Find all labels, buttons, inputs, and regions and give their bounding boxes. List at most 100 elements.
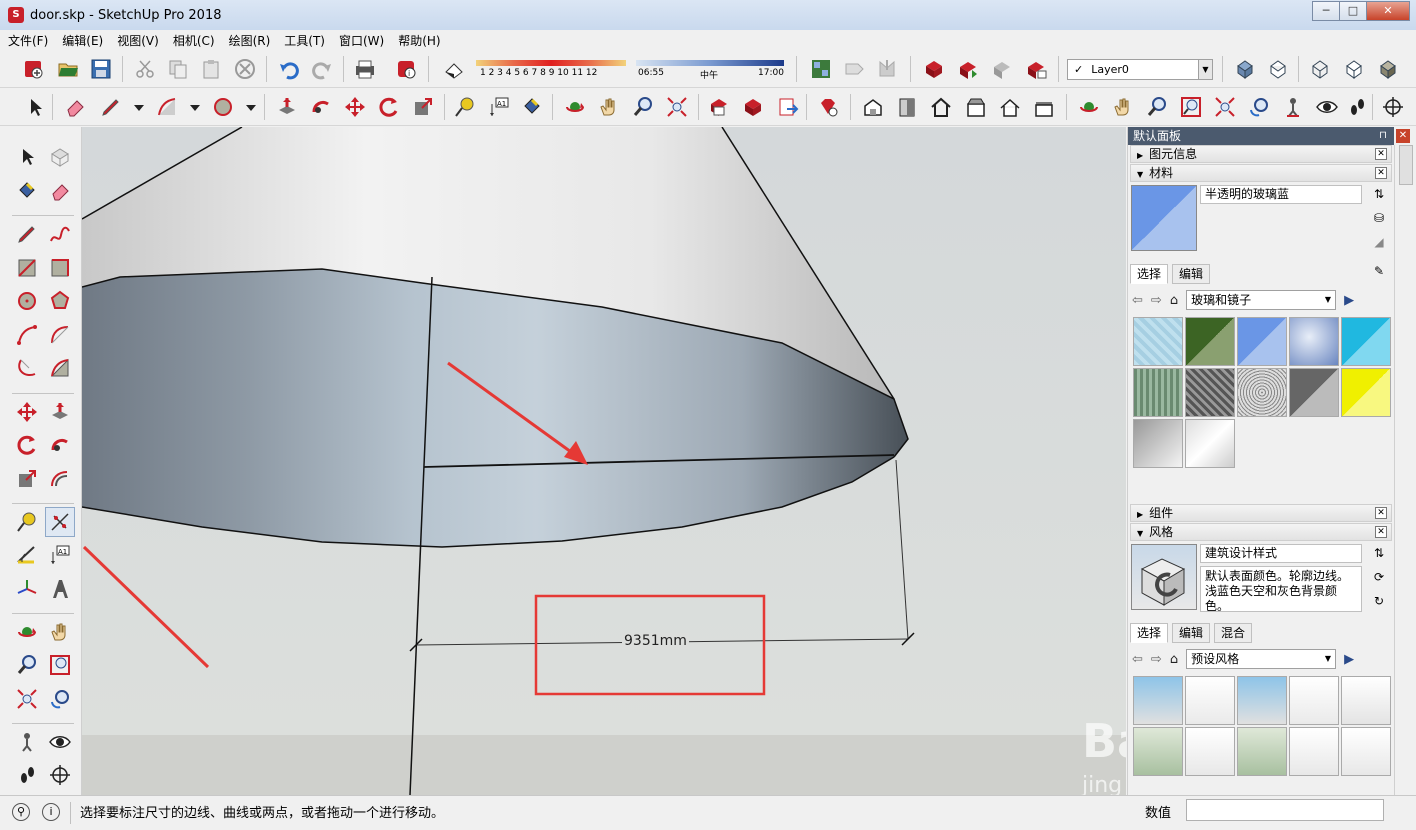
- two-point-arc-icon[interactable]: [45, 320, 75, 350]
- pie-icon[interactable]: [45, 353, 75, 383]
- paint-bucket-icon[interactable]: [519, 94, 545, 120]
- export-icon[interactable]: [775, 94, 801, 120]
- back-arrow-icon[interactable]: ⇦: [1132, 293, 1143, 308]
- make-component-icon[interactable]: [45, 142, 75, 172]
- home-icon[interactable]: ⌂: [1170, 652, 1178, 667]
- hidden-line-icon[interactable]: [1341, 56, 1367, 82]
- style-swatch[interactable]: [1185, 676, 1235, 725]
- menu-help[interactable]: 帮助(H): [398, 32, 440, 49]
- freehand-icon[interactable]: [45, 219, 75, 249]
- material-swatch[interactable]: [1133, 419, 1183, 468]
- select-arrow-icon[interactable]: [22, 94, 48, 120]
- material-swatch[interactable]: [1289, 317, 1339, 366]
- measurements-input[interactable]: [1186, 799, 1384, 821]
- zoom-icon[interactable]: [12, 650, 42, 680]
- zoom-extents-icon[interactable]: [12, 684, 42, 714]
- undo-icon[interactable]: [276, 56, 302, 82]
- close-icon[interactable]: ✕: [1375, 526, 1387, 538]
- wireframe-icon[interactable]: [1307, 56, 1333, 82]
- circle-icon[interactable]: [210, 94, 236, 120]
- follow-me-icon[interactable]: [45, 430, 75, 460]
- styles-tab-mix[interactable]: 混合: [1214, 623, 1253, 643]
- material-swatch[interactable]: [1185, 317, 1235, 366]
- close-button[interactable]: ✕: [1366, 1, 1410, 21]
- share-component-icon[interactable]: [989, 56, 1015, 82]
- arc-icon[interactable]: [12, 320, 42, 350]
- polygon-icon[interactable]: [45, 286, 75, 316]
- tape-measure-icon[interactable]: [12, 507, 42, 537]
- circle-icon[interactable]: [12, 286, 42, 316]
- erase-icon[interactable]: [232, 56, 258, 82]
- components-header[interactable]: ▶ 组件 ✕: [1130, 504, 1392, 522]
- orbit-icon[interactable]: [562, 94, 588, 120]
- materials-tab-edit[interactable]: 编辑: [1172, 264, 1211, 284]
- menu-camera[interactable]: 相机(C): [173, 32, 215, 49]
- share-model-icon[interactable]: [955, 56, 981, 82]
- dimension-label[interactable]: 9351mm: [622, 633, 689, 649]
- tape-measure-icon[interactable]: [452, 94, 478, 120]
- zoom-extents-icon[interactable]: [664, 94, 690, 120]
- model-viewport[interactable]: Bai jing 9351mm: [82, 127, 1126, 795]
- menu-edit[interactable]: 编辑(E): [62, 32, 103, 49]
- model-info-icon[interactable]: i: [393, 56, 419, 82]
- shadows-icon[interactable]: [440, 56, 466, 82]
- rotated-rectangle-icon[interactable]: [45, 253, 75, 283]
- arc-icon[interactable]: [154, 94, 180, 120]
- style-swatch[interactable]: [1133, 676, 1183, 725]
- style-swatch[interactable]: [1341, 727, 1391, 776]
- close-icon[interactable]: ✕: [1375, 167, 1387, 179]
- share-model-icon[interactable]: [740, 94, 766, 120]
- move-icon[interactable]: [12, 397, 42, 427]
- default-material-icon[interactable]: ⛁: [1370, 209, 1388, 227]
- maximize-button[interactable]: □: [1339, 1, 1367, 21]
- pan-hand-icon[interactable]: [1110, 94, 1136, 120]
- previous-view-icon[interactable]: [45, 684, 75, 714]
- new-file-icon[interactable]: [20, 56, 46, 82]
- chevron-down-icon[interactable]: ▼: [1198, 60, 1212, 79]
- left-view-icon[interactable]: [1031, 94, 1057, 120]
- section-plane-icon[interactable]: [45, 760, 75, 790]
- style-swatch[interactable]: [1341, 676, 1391, 725]
- ruby-console-icon[interactable]: [815, 94, 841, 120]
- chevron-down-icon[interactable]: [126, 94, 152, 120]
- style-swatch[interactable]: [1237, 727, 1287, 776]
- tray-close-icon[interactable]: ✕: [1396, 129, 1410, 143]
- move-icon[interactable]: [342, 94, 368, 120]
- close-icon[interactable]: ✕: [1375, 148, 1387, 160]
- follow-me-icon[interactable]: [308, 94, 334, 120]
- material-swatch[interactable]: [1237, 317, 1287, 366]
- forward-arrow-icon[interactable]: ⇨: [1151, 652, 1162, 667]
- axes-icon[interactable]: [12, 574, 42, 604]
- front-view-icon[interactable]: [928, 94, 954, 120]
- warehouse-icon[interactable]: [706, 94, 732, 120]
- push-pull-icon[interactable]: [45, 397, 75, 427]
- home-icon[interactable]: ⌂: [1170, 293, 1178, 308]
- material-swatch[interactable]: [1133, 368, 1183, 417]
- details-arrow-icon[interactable]: ▶: [1344, 293, 1354, 308]
- material-swatch[interactable]: [1185, 419, 1235, 468]
- section-plane-icon[interactable]: [1380, 94, 1406, 120]
- zoom-icon[interactable]: [1144, 94, 1170, 120]
- back-arrow-icon[interactable]: ⇦: [1132, 652, 1143, 667]
- right-view-icon[interactable]: [963, 94, 989, 120]
- paste-icon[interactable]: [198, 56, 224, 82]
- previous-view-icon[interactable]: [1246, 94, 1272, 120]
- protractor-icon[interactable]: [12, 540, 42, 570]
- style-swatch[interactable]: [1133, 727, 1183, 776]
- styles-tab-select[interactable]: 选择: [1130, 623, 1169, 643]
- forward-arrow-icon[interactable]: ⇨: [1151, 293, 1162, 308]
- instructor-info-icon[interactable]: i: [42, 803, 60, 821]
- rectangle-icon[interactable]: [12, 253, 42, 283]
- dimension-text-icon[interactable]: A1: [486, 94, 512, 120]
- print-icon[interactable]: [352, 56, 378, 82]
- position-camera-icon[interactable]: [1280, 94, 1306, 120]
- push-pull-icon[interactable]: [274, 94, 300, 120]
- create-style-icon[interactable]: ⇅: [1370, 544, 1388, 562]
- menu-window[interactable]: 窗口(W): [339, 32, 384, 49]
- shadow-date-slider[interactable]: 1 2 3 4 5 6 7 8 9 10 11 12: [476, 58, 626, 80]
- style-swatch[interactable]: [1289, 727, 1339, 776]
- orbit-icon[interactable]: [12, 617, 42, 647]
- materials-tab-select[interactable]: 选择: [1130, 264, 1169, 284]
- scale-icon[interactable]: [410, 94, 436, 120]
- select-arrow-icon[interactable]: [12, 142, 42, 172]
